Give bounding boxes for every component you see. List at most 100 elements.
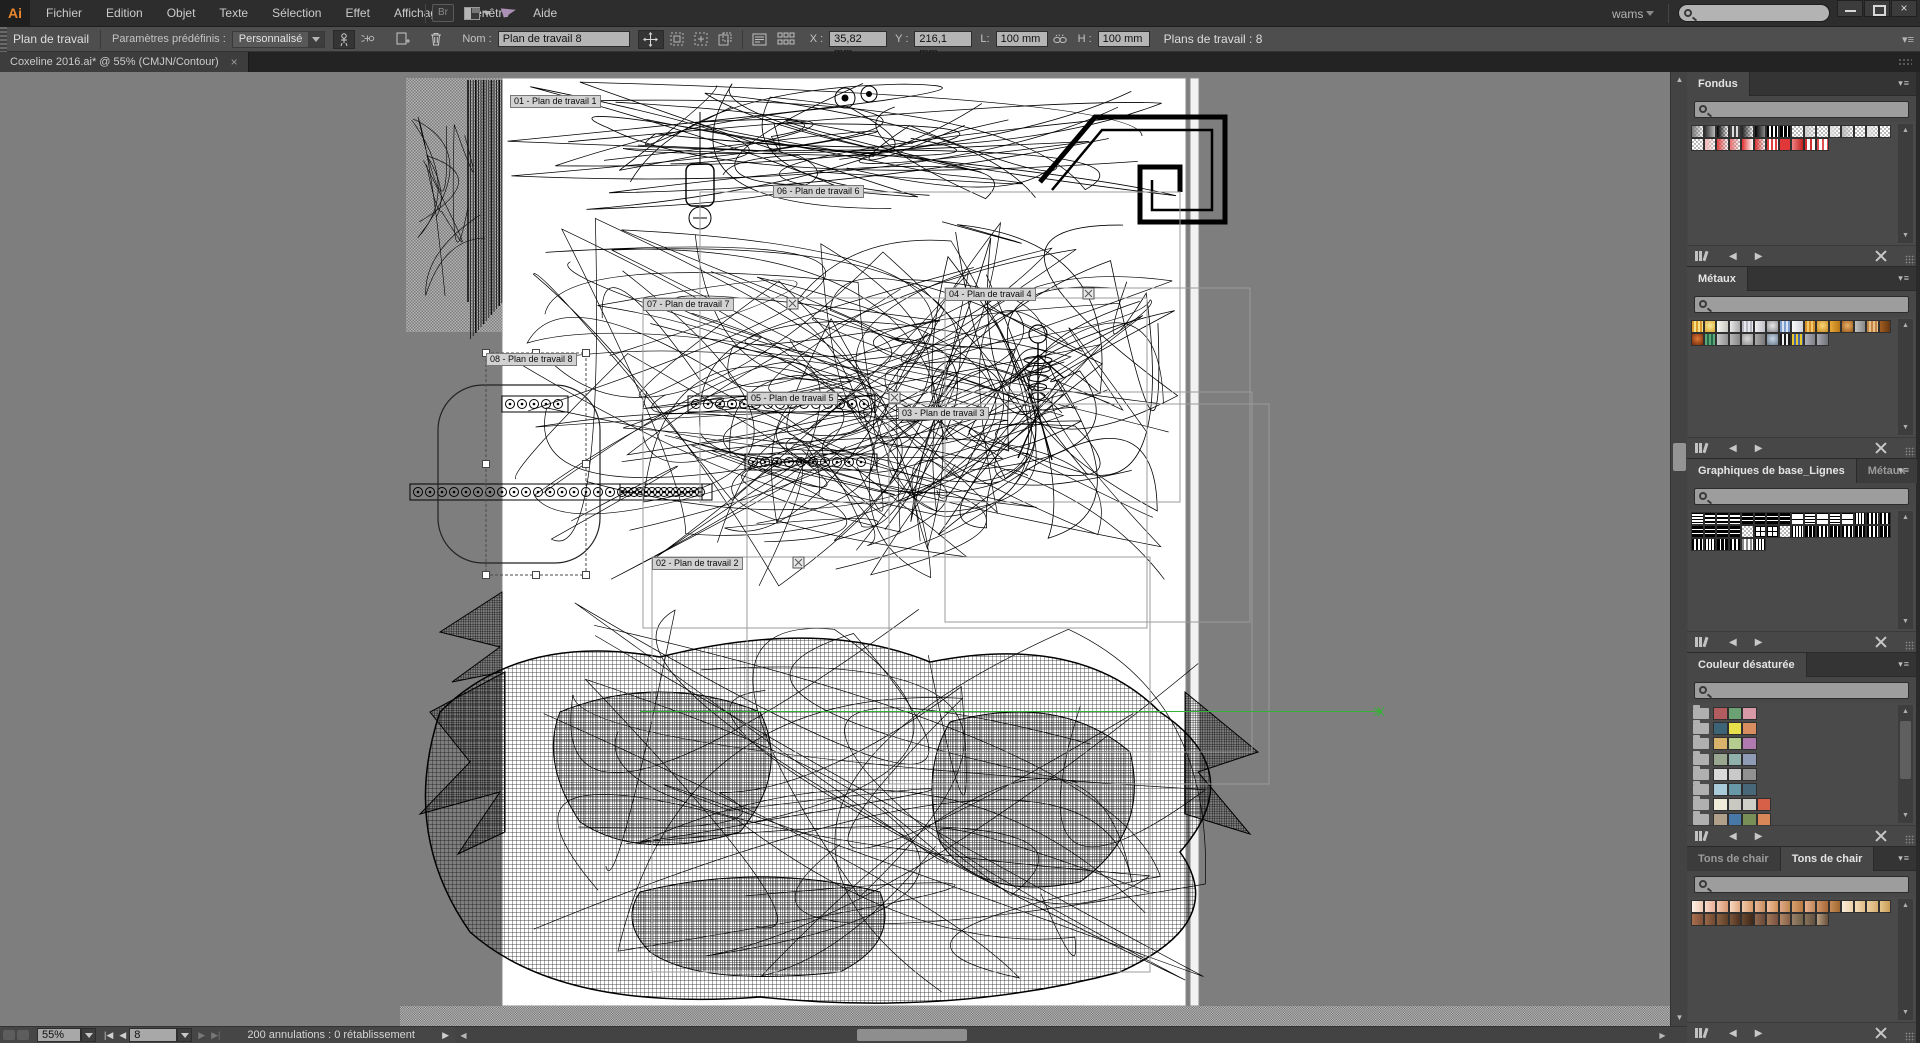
swatch[interactable] — [1728, 125, 1741, 138]
swatch[interactable] — [1791, 512, 1804, 525]
swatch[interactable] — [1691, 512, 1704, 525]
menu-item-fichier[interactable]: Fichier — [34, 0, 94, 27]
color-group-folder-icon[interactable] — [1693, 781, 1709, 795]
swatch-search-input[interactable] — [1694, 487, 1909, 505]
swatch[interactable] — [1778, 138, 1791, 151]
zoom-level-field[interactable]: 55% — [37, 1028, 81, 1042]
swatch-libraries-icon[interactable] — [1695, 830, 1711, 842]
swatch[interactable] — [1753, 512, 1766, 525]
color-group-folder-icon[interactable] — [1693, 720, 1709, 735]
swatch[interactable] — [1791, 900, 1804, 913]
swatch[interactable] — [1828, 525, 1841, 538]
color-group-folder-icon[interactable] — [1693, 735, 1709, 750]
x-field[interactable]: 35,82 mm — [829, 31, 888, 59]
artboard-label[interactable]: 05 - Plan de travail 5 — [747, 392, 838, 405]
panel-resize-grip[interactable] — [1905, 447, 1915, 457]
y-field[interactable]: 216,1 mm — [914, 31, 973, 59]
swatch[interactable] — [1866, 525, 1879, 538]
panel-menu-icon[interactable]: ▾≡ — [1898, 853, 1910, 864]
swatch[interactable] — [1728, 900, 1741, 913]
color-group-folder-icon[interactable] — [1693, 811, 1709, 825]
menu-item-objet[interactable]: Objet — [155, 0, 208, 27]
swatch[interactable] — [1716, 138, 1729, 151]
app-search-input[interactable] — [1678, 4, 1830, 22]
scroll-down-icon[interactable]: ▼ — [1898, 615, 1913, 629]
swatch[interactable] — [1691, 913, 1704, 926]
panel-menu-icon[interactable]: ▾≡ — [1898, 78, 1910, 89]
vertical-scrollbar[interactable]: ▲ ▼ — [1670, 72, 1687, 1026]
swatch[interactable] — [1728, 333, 1741, 346]
swatch[interactable] — [1853, 320, 1866, 333]
scroll-down-icon[interactable]: ▼ — [1898, 1006, 1913, 1020]
document-tab[interactable]: Coxeline 2016.ai* @ 55% (CMJN/Contour) × — [0, 52, 249, 72]
swatch[interactable] — [1841, 900, 1854, 913]
none-swatch-icon[interactable] — [1874, 830, 1888, 842]
swatch[interactable] — [1716, 125, 1729, 138]
preset-dropdown[interactable]: Personnalisé — [231, 30, 326, 48]
swatch[interactable] — [1828, 320, 1841, 333]
width-field[interactable]: 100 mm — [995, 31, 1048, 47]
swatch[interactable] — [1878, 125, 1891, 138]
swatch[interactable] — [1727, 783, 1742, 796]
swatch[interactable] — [1742, 813, 1757, 825]
panel-scrollbar[interactable]: ▲ ▼ — [1898, 124, 1913, 243]
vertical-scroll-thumb[interactable] — [1673, 443, 1686, 471]
swatch[interactable] — [1741, 320, 1754, 333]
swatch[interactable] — [1741, 913, 1754, 926]
panel-tab[interactable]: Tons de chair — [1780, 847, 1875, 871]
swatch[interactable] — [1742, 722, 1757, 736]
swatch[interactable] — [1703, 525, 1716, 538]
swatch[interactable] — [1803, 320, 1816, 333]
panel-menu-icon[interactable]: ▾≡ — [1898, 659, 1910, 670]
swatch[interactable] — [1691, 125, 1704, 138]
swatch[interactable] — [1728, 320, 1741, 333]
swatch[interactable] — [1778, 333, 1791, 346]
swatch[interactable] — [1742, 798, 1757, 812]
panel-resize-grip[interactable] — [1905, 641, 1915, 651]
panel-tab[interactable]: Tons de chair — [1687, 847, 1781, 871]
panel-tab[interactable]: Fondus — [1687, 72, 1750, 96]
panel-resize-grip[interactable] — [1905, 255, 1915, 265]
color-group-folder-icon[interactable] — [1693, 765, 1709, 780]
swatch[interactable] — [1728, 512, 1741, 525]
canvas-area[interactable]: 01 - Plan de travail 1 06 - Plan de trava… — [0, 72, 1670, 1026]
swatch[interactable] — [1778, 913, 1791, 926]
swatch[interactable] — [1727, 752, 1742, 766]
swatch[interactable] — [1713, 707, 1728, 720]
swatch[interactable] — [1778, 900, 1791, 913]
scroll-up-icon[interactable]: ▲ — [1671, 72, 1688, 88]
dock-grip-dots[interactable] — [1898, 58, 1912, 66]
artboard-number-field[interactable]: 8 — [129, 1028, 178, 1042]
scroll-left-icon[interactable]: ◀ — [455, 1027, 472, 1043]
swatch[interactable] — [1756, 798, 1771, 812]
scroll-down-icon[interactable]: ▼ — [1898, 809, 1913, 823]
scroll-up-icon[interactable]: ▲ — [1898, 899, 1913, 913]
swatch[interactable] — [1691, 525, 1704, 538]
scroll-up-icon[interactable]: ▲ — [1898, 124, 1913, 138]
swatch[interactable] — [1713, 767, 1728, 781]
panel-scrollbar[interactable]: ▲ ▼ — [1898, 899, 1913, 1020]
artboard-option-button[interactable] — [690, 30, 712, 49]
artboard-dropdown-icon[interactable] — [177, 1028, 193, 1042]
swatch[interactable] — [1816, 320, 1829, 333]
swatch[interactable] — [1778, 125, 1791, 138]
swatch[interactable] — [1803, 900, 1816, 913]
restore-button[interactable] — [1864, 0, 1890, 17]
swatch[interactable] — [1703, 900, 1716, 913]
none-swatch-icon[interactable] — [1874, 250, 1888, 262]
previous-library-icon[interactable]: ◀ — [1729, 251, 1737, 262]
swatch[interactable] — [1766, 913, 1779, 926]
swatch[interactable] — [1853, 525, 1866, 538]
swatch[interactable] — [1742, 767, 1757, 781]
scroll-down-icon[interactable]: ▼ — [1671, 1010, 1688, 1026]
panel-menu-icon[interactable]: ▾≡ — [1898, 465, 1910, 476]
swatch[interactable] — [1728, 138, 1741, 151]
none-swatch-icon[interactable] — [1874, 1027, 1888, 1039]
swatch[interactable] — [1716, 333, 1729, 346]
swatch[interactable] — [1766, 525, 1779, 538]
menu-item-slection[interactable]: Sélection — [260, 0, 333, 27]
swatch[interactable] — [1791, 125, 1804, 138]
swatch[interactable] — [1753, 525, 1766, 538]
previous-library-icon[interactable]: ◀ — [1729, 1028, 1737, 1039]
swatch[interactable] — [1778, 512, 1791, 525]
